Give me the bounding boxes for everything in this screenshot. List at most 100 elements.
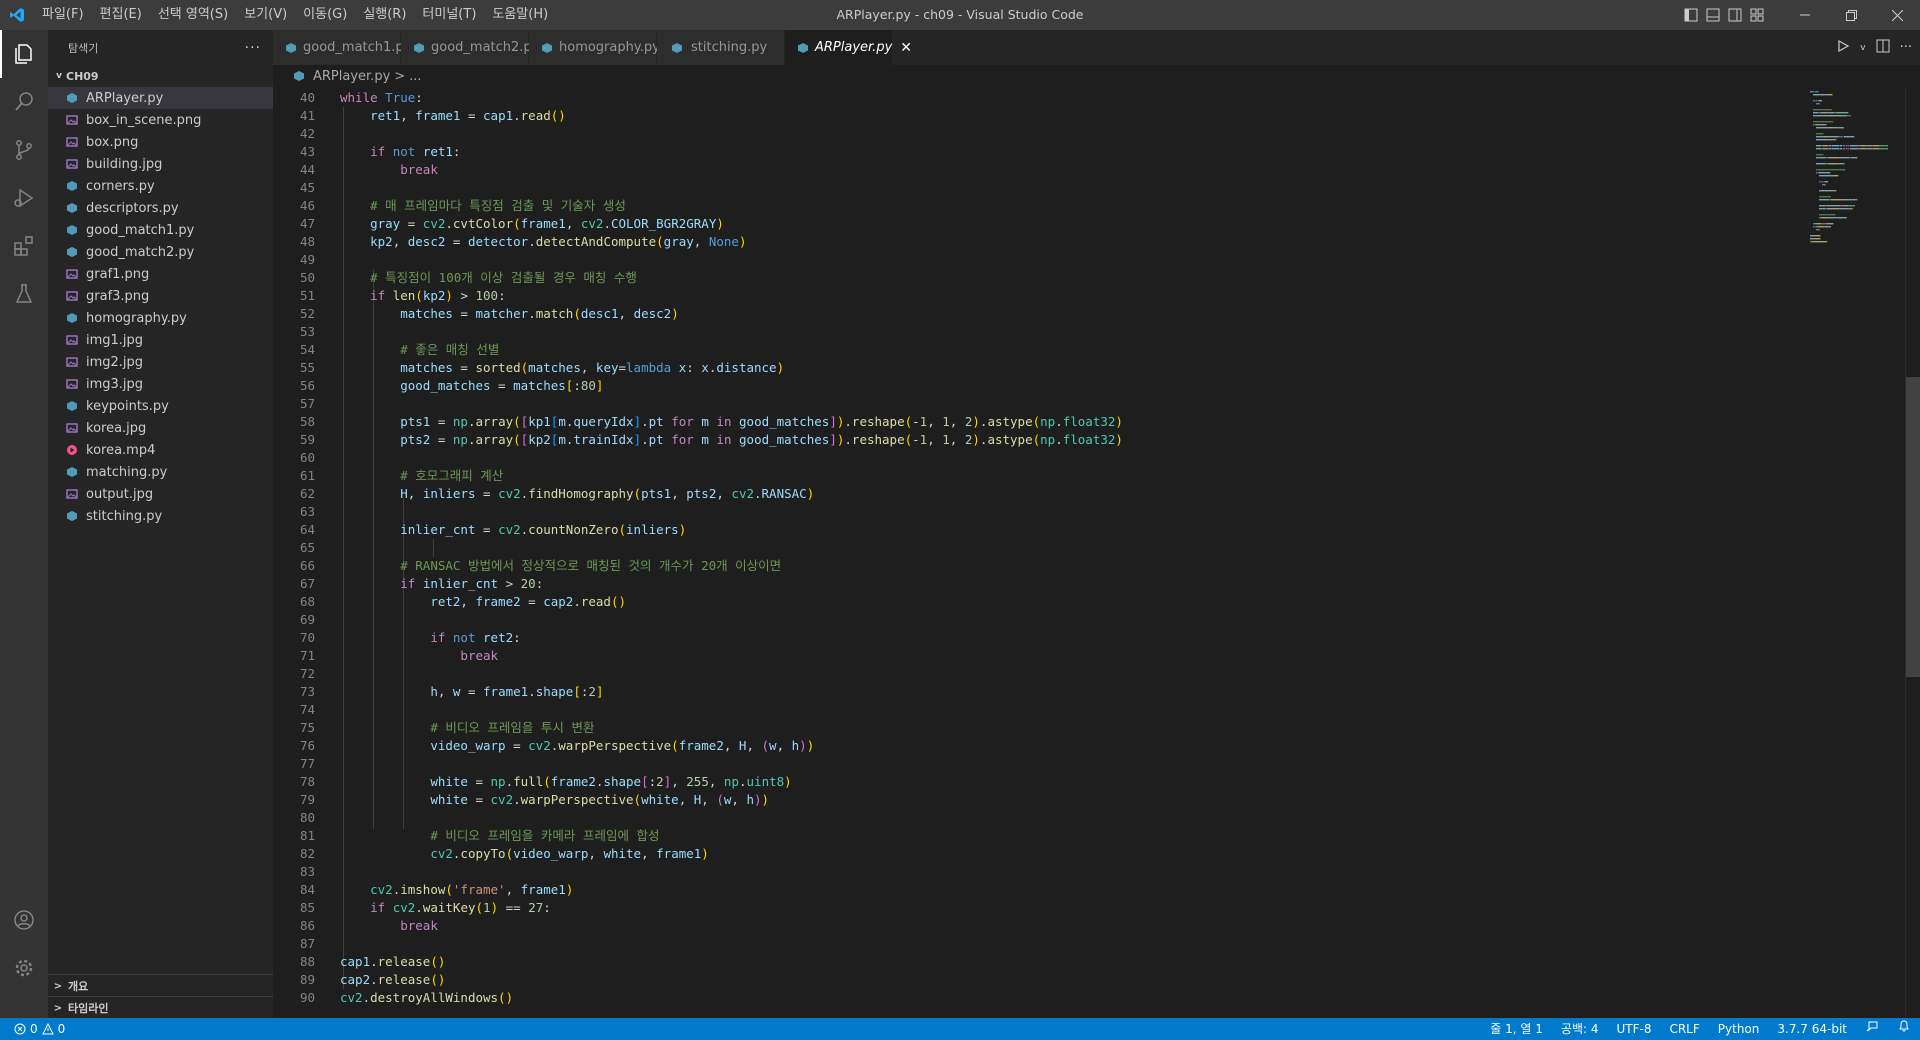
code-line[interactable]: if inlier_cnt > 20: xyxy=(340,575,1760,593)
code-line[interactable]: gray = cv2.cvtColor(frame1, cv2.COLOR_BG… xyxy=(340,215,1760,233)
tab-stitching-py[interactable]: stitching.py xyxy=(657,30,785,65)
code-line[interactable] xyxy=(340,611,1760,629)
code-line[interactable]: break xyxy=(340,917,1760,935)
tab-homography-py[interactable]: homography.py xyxy=(529,30,660,65)
toggle-secondary-sidebar-icon[interactable] xyxy=(1724,0,1746,30)
code-line[interactable]: # 특징점이 100개 이상 검출될 경우 매칭 수행 xyxy=(340,269,1760,287)
extensions-icon[interactable] xyxy=(0,222,48,270)
file-item[interactable]: graf1.png xyxy=(48,263,273,285)
code-line[interactable]: # 비디오 프레임을 투시 변환 xyxy=(340,719,1760,737)
code-line[interactable] xyxy=(340,125,1760,143)
menu-run[interactable]: 실행(R) xyxy=(355,0,414,30)
notifications-bell-icon[interactable] xyxy=(1888,1018,1920,1040)
search-icon[interactable] xyxy=(0,78,48,126)
code-line[interactable] xyxy=(340,179,1760,197)
breadcrumb-file[interactable]: ARPlayer.py xyxy=(313,69,390,84)
code-line[interactable] xyxy=(340,323,1760,341)
code-line[interactable]: if len(kp2) > 100: xyxy=(340,287,1760,305)
run-file-icon[interactable] xyxy=(1836,39,1850,57)
code-line[interactable] xyxy=(340,251,1760,269)
menu-terminal[interactable]: 터미널(T) xyxy=(414,0,484,30)
code-line[interactable] xyxy=(340,701,1760,719)
code-line[interactable]: good_matches = matches[:80] xyxy=(340,377,1760,395)
code-line[interactable]: break xyxy=(340,161,1760,179)
explorer-icon[interactable] xyxy=(0,30,48,78)
menu-edit[interactable]: 편집(E) xyxy=(92,0,150,30)
encoding[interactable]: UTF-8 xyxy=(1607,1018,1660,1040)
code-line[interactable]: # 매 프레임마다 특징점 검출 및 기술자 생성 xyxy=(340,197,1760,215)
code-line[interactable]: H, inliers = cv2.findHomography(pts1, pt… xyxy=(340,485,1760,503)
code-line[interactable]: cv2.destroyAllWindows() xyxy=(340,989,1760,1007)
code-line[interactable]: # 좋은 매칭 선별 xyxy=(340,341,1760,359)
file-item[interactable]: good_match1.py xyxy=(48,219,273,241)
code-line[interactable]: ret2, frame2 = cap2.read() xyxy=(340,593,1760,611)
code-line[interactable]: white = np.full(frame2.shape[:2], 255, n… xyxy=(340,773,1760,791)
code-line[interactable]: white = cv2.warpPerspective(white, H, (w… xyxy=(340,791,1760,809)
vertical-scrollbar[interactable] xyxy=(1905,87,1920,1018)
code-line[interactable]: if cv2.waitKey(1) == 27: xyxy=(340,899,1760,917)
file-item[interactable]: img2.jpg xyxy=(48,351,273,373)
tab-good_match2-py[interactable]: good_match2.py xyxy=(401,30,539,65)
code-line[interactable] xyxy=(340,755,1760,773)
code-editor[interactable]: 40 41 42 43 44 45 46 47 48 49 50 51 52 53 54 55 56 57 58 59… xyxy=(273,87,1920,1018)
code-line[interactable] xyxy=(340,449,1760,467)
file-item[interactable]: box.png xyxy=(48,131,273,153)
menu-go[interactable]: 이동(G) xyxy=(295,0,355,30)
code-line[interactable]: # 비디오 프레임을 카메라 프레임에 합성 xyxy=(340,827,1760,845)
customize-layout-icon[interactable] xyxy=(1746,0,1768,30)
restore-icon[interactable] xyxy=(1828,0,1874,30)
code-line[interactable] xyxy=(340,539,1760,557)
more-actions-icon[interactable]: ··· xyxy=(245,40,261,56)
file-item[interactable]: homography.py xyxy=(48,307,273,329)
file-item[interactable]: keypoints.py xyxy=(48,395,273,417)
code-line[interactable] xyxy=(340,809,1760,827)
problems-status[interactable]: 0 0 xyxy=(0,1022,65,1036)
code-line[interactable] xyxy=(340,395,1760,413)
breadcrumb-symbol[interactable]: ... xyxy=(409,69,421,84)
outline-section[interactable]: > 개요 xyxy=(48,974,273,997)
split-editor-icon[interactable] xyxy=(1876,39,1890,57)
code-line[interactable]: matches = matcher.match(desc1, desc2) xyxy=(340,305,1760,323)
menu-selection[interactable]: 선택 영역(S) xyxy=(150,0,236,30)
file-item[interactable]: corners.py xyxy=(48,175,273,197)
folder-root[interactable]: v CH09 xyxy=(48,65,273,87)
code-line[interactable]: ret1, frame1 = cap1.read() xyxy=(340,107,1760,125)
code-line[interactable]: while True: xyxy=(340,89,1760,107)
file-item[interactable]: box_in_scene.png xyxy=(48,109,273,131)
timeline-section[interactable]: > 타임라인 xyxy=(48,996,273,1019)
file-item[interactable]: stitching.py xyxy=(48,505,273,527)
scrollbar-thumb[interactable] xyxy=(1906,377,1920,677)
more-actions-icon[interactable]: ··· xyxy=(1900,40,1912,55)
tab-good_match1-py[interactable]: good_match1.py xyxy=(273,30,411,65)
code-line[interactable] xyxy=(340,665,1760,683)
source-control-icon[interactable] xyxy=(0,126,48,174)
file-item[interactable]: output.jpg xyxy=(48,483,273,505)
code-line[interactable]: cap1.release() xyxy=(340,953,1760,971)
code-line[interactable]: inlier_cnt = cv2.countNonZero(inliers) xyxy=(340,521,1760,539)
code-line[interactable]: break xyxy=(340,647,1760,665)
run-debug-icon[interactable] xyxy=(0,174,48,222)
toggle-primary-sidebar-icon[interactable] xyxy=(1680,0,1702,30)
indentation[interactable]: 공백: 4 xyxy=(1552,1018,1608,1040)
code-line[interactable]: video_warp = cv2.warpPerspective(frame2,… xyxy=(340,737,1760,755)
code-line[interactable] xyxy=(340,935,1760,953)
file-item[interactable]: matching.py xyxy=(48,461,273,483)
code-lines[interactable]: while True: ret1, frame1 = cap1.read() i… xyxy=(340,89,1760,1007)
code-line[interactable]: cv2.copyTo(video_warp, white, frame1) xyxy=(340,845,1760,863)
code-line[interactable]: # RANSAC 방법에서 정상적으로 매칭된 것의 개수가 20개 이상이면 xyxy=(340,557,1760,575)
code-line[interactable] xyxy=(340,863,1760,881)
file-item[interactable]: ARPlayer.py xyxy=(48,87,273,109)
close-window-icon[interactable] xyxy=(1874,0,1920,30)
toggle-panel-icon[interactable] xyxy=(1702,0,1724,30)
code-line[interactable]: kp2, desc2 = detector.detectAndCompute(g… xyxy=(340,233,1760,251)
file-item[interactable]: korea.jpg xyxy=(48,417,273,439)
code-line[interactable]: h, w = frame1.shape[:2] xyxy=(340,683,1760,701)
settings-gear-icon[interactable] xyxy=(0,944,48,992)
file-item[interactable]: graf3.png xyxy=(48,285,273,307)
code-line[interactable]: matches = sorted(matches, key=lambda x: … xyxy=(340,359,1760,377)
file-item[interactable]: img1.jpg xyxy=(48,329,273,351)
language-mode[interactable]: Python xyxy=(1709,1018,1769,1040)
menu-help[interactable]: 도움말(H) xyxy=(484,0,556,30)
tab-arplayer-py[interactable]: ARPlayer.py ✕ xyxy=(785,30,912,65)
close-icon[interactable]: ✕ xyxy=(900,40,912,56)
